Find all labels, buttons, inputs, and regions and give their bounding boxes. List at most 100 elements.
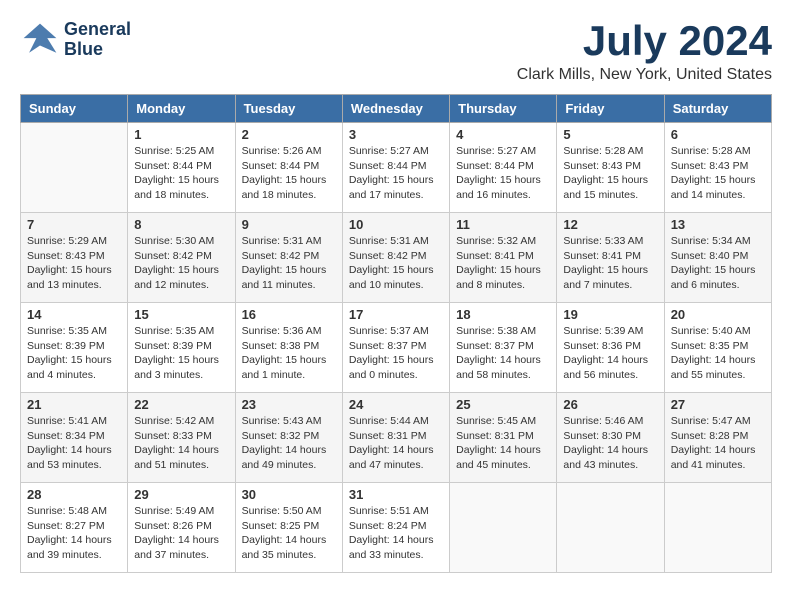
calendar-table: SundayMondayTuesdayWednesdayThursdayFrid… (20, 94, 772, 573)
day-info: Sunrise: 5:28 AM Sunset: 8:43 PM Dayligh… (671, 144, 765, 203)
day-info: Sunrise: 5:46 AM Sunset: 8:30 PM Dayligh… (563, 414, 657, 473)
day-cell: 27Sunrise: 5:47 AM Sunset: 8:28 PM Dayli… (664, 393, 771, 483)
day-number: 24 (349, 397, 443, 412)
day-info: Sunrise: 5:26 AM Sunset: 8:44 PM Dayligh… (242, 144, 336, 203)
day-number: 7 (27, 217, 121, 232)
day-cell: 15 Sunrise: 5:35 AM Sunset: 8:39 PM Dayli… (128, 303, 235, 393)
day-info: Sunrise: 5:49 AM Sunset: 8:26 PM Dayligh… (134, 504, 228, 563)
day-number: 9 (242, 217, 336, 232)
day-cell (21, 123, 128, 213)
day-info: Sunrise: 5:27 AM Sunset: 8:44 PM Dayligh… (349, 144, 443, 203)
day-info: Sunrise: 5:33 AM Sunset: 8:41 PM Dayligh… (563, 234, 657, 293)
day-number: 3 (349, 127, 443, 142)
day-info: Sunrise: 5:43 AM Sunset: 8:32 PM Dayligh… (242, 414, 336, 473)
day-number: 15 (134, 307, 228, 322)
header-row: SundayMondayTuesdayWednesdayThursdayFrid… (21, 95, 772, 123)
day-number: 13 (671, 217, 765, 232)
day-cell: 28 Sunrise: 5:48 AM Sunset: 8:27 PM Dayli… (21, 483, 128, 573)
logo-icon (20, 20, 60, 60)
day-cell: 10 Sunrise: 5:31 AM Sunset: 8:42 PM Dayli… (342, 213, 449, 303)
day-info: Sunrise: 5:42 AM Sunset: 8:33 PM Dayligh… (134, 414, 228, 473)
title-area: July 2024 Clark Mills, New York, United … (517, 20, 772, 84)
month-title: July 2024 (517, 20, 772, 62)
day-info: Sunrise: 5:31 AM Sunset: 8:42 PM Dayligh… (349, 234, 443, 293)
day-number: 31 (349, 487, 443, 502)
day-cell: 29 Sunrise: 5:49 AM Sunset: 8:26 PM Dayli… (128, 483, 235, 573)
day-number: 2 (242, 127, 336, 142)
day-info: Sunrise: 5:35 AM Sunset: 8:39 PM Dayligh… (27, 324, 121, 383)
day-cell: 21 Sunrise: 5:41 AM Sunset: 8:34 PM Dayli… (21, 393, 128, 483)
day-info: Sunrise: 5:30 AM Sunset: 8:42 PM Dayligh… (134, 234, 228, 293)
location-title: Clark Mills, New York, United States (517, 66, 772, 84)
day-info: Sunrise: 5:48 AM Sunset: 8:27 PM Dayligh… (27, 504, 121, 563)
day-cell: 18Sunrise: 5:38 AM Sunset: 8:37 PM Dayli… (450, 303, 557, 393)
day-number: 27 (671, 397, 765, 412)
day-cell: 13Sunrise: 5:34 AM Sunset: 8:40 PM Dayli… (664, 213, 771, 303)
day-cell: 25 Sunrise: 5:45 AM Sunset: 8:31 PM Dayli… (450, 393, 557, 483)
week-row-5: 28 Sunrise: 5:48 AM Sunset: 8:27 PM Dayli… (21, 483, 772, 573)
day-cell: 2 Sunrise: 5:26 AM Sunset: 8:44 PM Daylig… (235, 123, 342, 213)
week-row-4: 21 Sunrise: 5:41 AM Sunset: 8:34 PM Dayli… (21, 393, 772, 483)
page-header: General Blue July 2024 Clark Mills, New … (20, 20, 772, 84)
week-row-2: 7Sunrise: 5:29 AM Sunset: 8:43 PM Daylig… (21, 213, 772, 303)
header-cell-monday: Monday (128, 95, 235, 123)
day-cell (450, 483, 557, 573)
day-cell: 11 Sunrise: 5:32 AM Sunset: 8:41 PM Dayli… (450, 213, 557, 303)
calendar-header: SundayMondayTuesdayWednesdayThursdayFrid… (21, 95, 772, 123)
header-cell-saturday: Saturday (664, 95, 771, 123)
day-number: 28 (27, 487, 121, 502)
day-info: Sunrise: 5:32 AM Sunset: 8:41 PM Dayligh… (456, 234, 550, 293)
day-info: Sunrise: 5:35 AM Sunset: 8:39 PM Dayligh… (134, 324, 228, 383)
day-cell: 22 Sunrise: 5:42 AM Sunset: 8:33 PM Dayli… (128, 393, 235, 483)
day-info: Sunrise: 5:40 AM Sunset: 8:35 PM Dayligh… (671, 324, 765, 383)
header-cell-tuesday: Tuesday (235, 95, 342, 123)
day-cell: 6 Sunrise: 5:28 AM Sunset: 8:43 PM Daylig… (664, 123, 771, 213)
day-info: Sunrise: 5:38 AM Sunset: 8:37 PM Dayligh… (456, 324, 550, 383)
header-cell-wednesday: Wednesday (342, 95, 449, 123)
day-number: 30 (242, 487, 336, 502)
day-info: Sunrise: 5:41 AM Sunset: 8:34 PM Dayligh… (27, 414, 121, 473)
day-cell: 1Sunrise: 5:25 AM Sunset: 8:44 PM Daylig… (128, 123, 235, 213)
day-number: 20 (671, 307, 765, 322)
day-info: Sunrise: 5:37 AM Sunset: 8:37 PM Dayligh… (349, 324, 443, 383)
day-number: 21 (27, 397, 121, 412)
day-number: 17 (349, 307, 443, 322)
day-info: Sunrise: 5:36 AM Sunset: 8:38 PM Dayligh… (242, 324, 336, 383)
day-number: 6 (671, 127, 765, 142)
calendar-body: 1Sunrise: 5:25 AM Sunset: 8:44 PM Daylig… (21, 123, 772, 573)
day-number: 4 (456, 127, 550, 142)
header-cell-thursday: Thursday (450, 95, 557, 123)
day-info: Sunrise: 5:39 AM Sunset: 8:36 PM Dayligh… (563, 324, 657, 383)
day-number: 19 (563, 307, 657, 322)
day-number: 10 (349, 217, 443, 232)
day-number: 29 (134, 487, 228, 502)
day-cell: 31 Sunrise: 5:51 AM Sunset: 8:24 PM Dayli… (342, 483, 449, 573)
day-number: 26 (563, 397, 657, 412)
day-number: 5 (563, 127, 657, 142)
day-info: Sunrise: 5:31 AM Sunset: 8:42 PM Dayligh… (242, 234, 336, 293)
day-info: Sunrise: 5:27 AM Sunset: 8:44 PM Dayligh… (456, 144, 550, 203)
day-number: 25 (456, 397, 550, 412)
day-cell: 30Sunrise: 5:50 AM Sunset: 8:25 PM Dayli… (235, 483, 342, 573)
day-cell: 8 Sunrise: 5:30 AM Sunset: 8:42 PM Daylig… (128, 213, 235, 303)
day-info: Sunrise: 5:28 AM Sunset: 8:43 PM Dayligh… (563, 144, 657, 203)
header-cell-friday: Friday (557, 95, 664, 123)
day-cell: 16Sunrise: 5:36 AM Sunset: 8:38 PM Dayli… (235, 303, 342, 393)
day-cell (664, 483, 771, 573)
day-cell (557, 483, 664, 573)
day-cell: 7Sunrise: 5:29 AM Sunset: 8:43 PM Daylig… (21, 213, 128, 303)
day-info: Sunrise: 5:44 AM Sunset: 8:31 PM Dayligh… (349, 414, 443, 473)
day-number: 1 (134, 127, 228, 142)
week-row-3: 14Sunrise: 5:35 AM Sunset: 8:39 PM Dayli… (21, 303, 772, 393)
day-cell: 26 Sunrise: 5:46 AM Sunset: 8:30 PM Dayli… (557, 393, 664, 483)
header-cell-sunday: Sunday (21, 95, 128, 123)
day-number: 22 (134, 397, 228, 412)
day-number: 8 (134, 217, 228, 232)
day-cell: 20 Sunrise: 5:40 AM Sunset: 8:35 PM Dayli… (664, 303, 771, 393)
day-info: Sunrise: 5:45 AM Sunset: 8:31 PM Dayligh… (456, 414, 550, 473)
day-info: Sunrise: 5:51 AM Sunset: 8:24 PM Dayligh… (349, 504, 443, 563)
week-row-1: 1Sunrise: 5:25 AM Sunset: 8:44 PM Daylig… (21, 123, 772, 213)
day-cell: 24 Sunrise: 5:44 AM Sunset: 8:31 PM Dayli… (342, 393, 449, 483)
day-cell: 3 Sunrise: 5:27 AM Sunset: 8:44 PM Daylig… (342, 123, 449, 213)
day-number: 11 (456, 217, 550, 232)
